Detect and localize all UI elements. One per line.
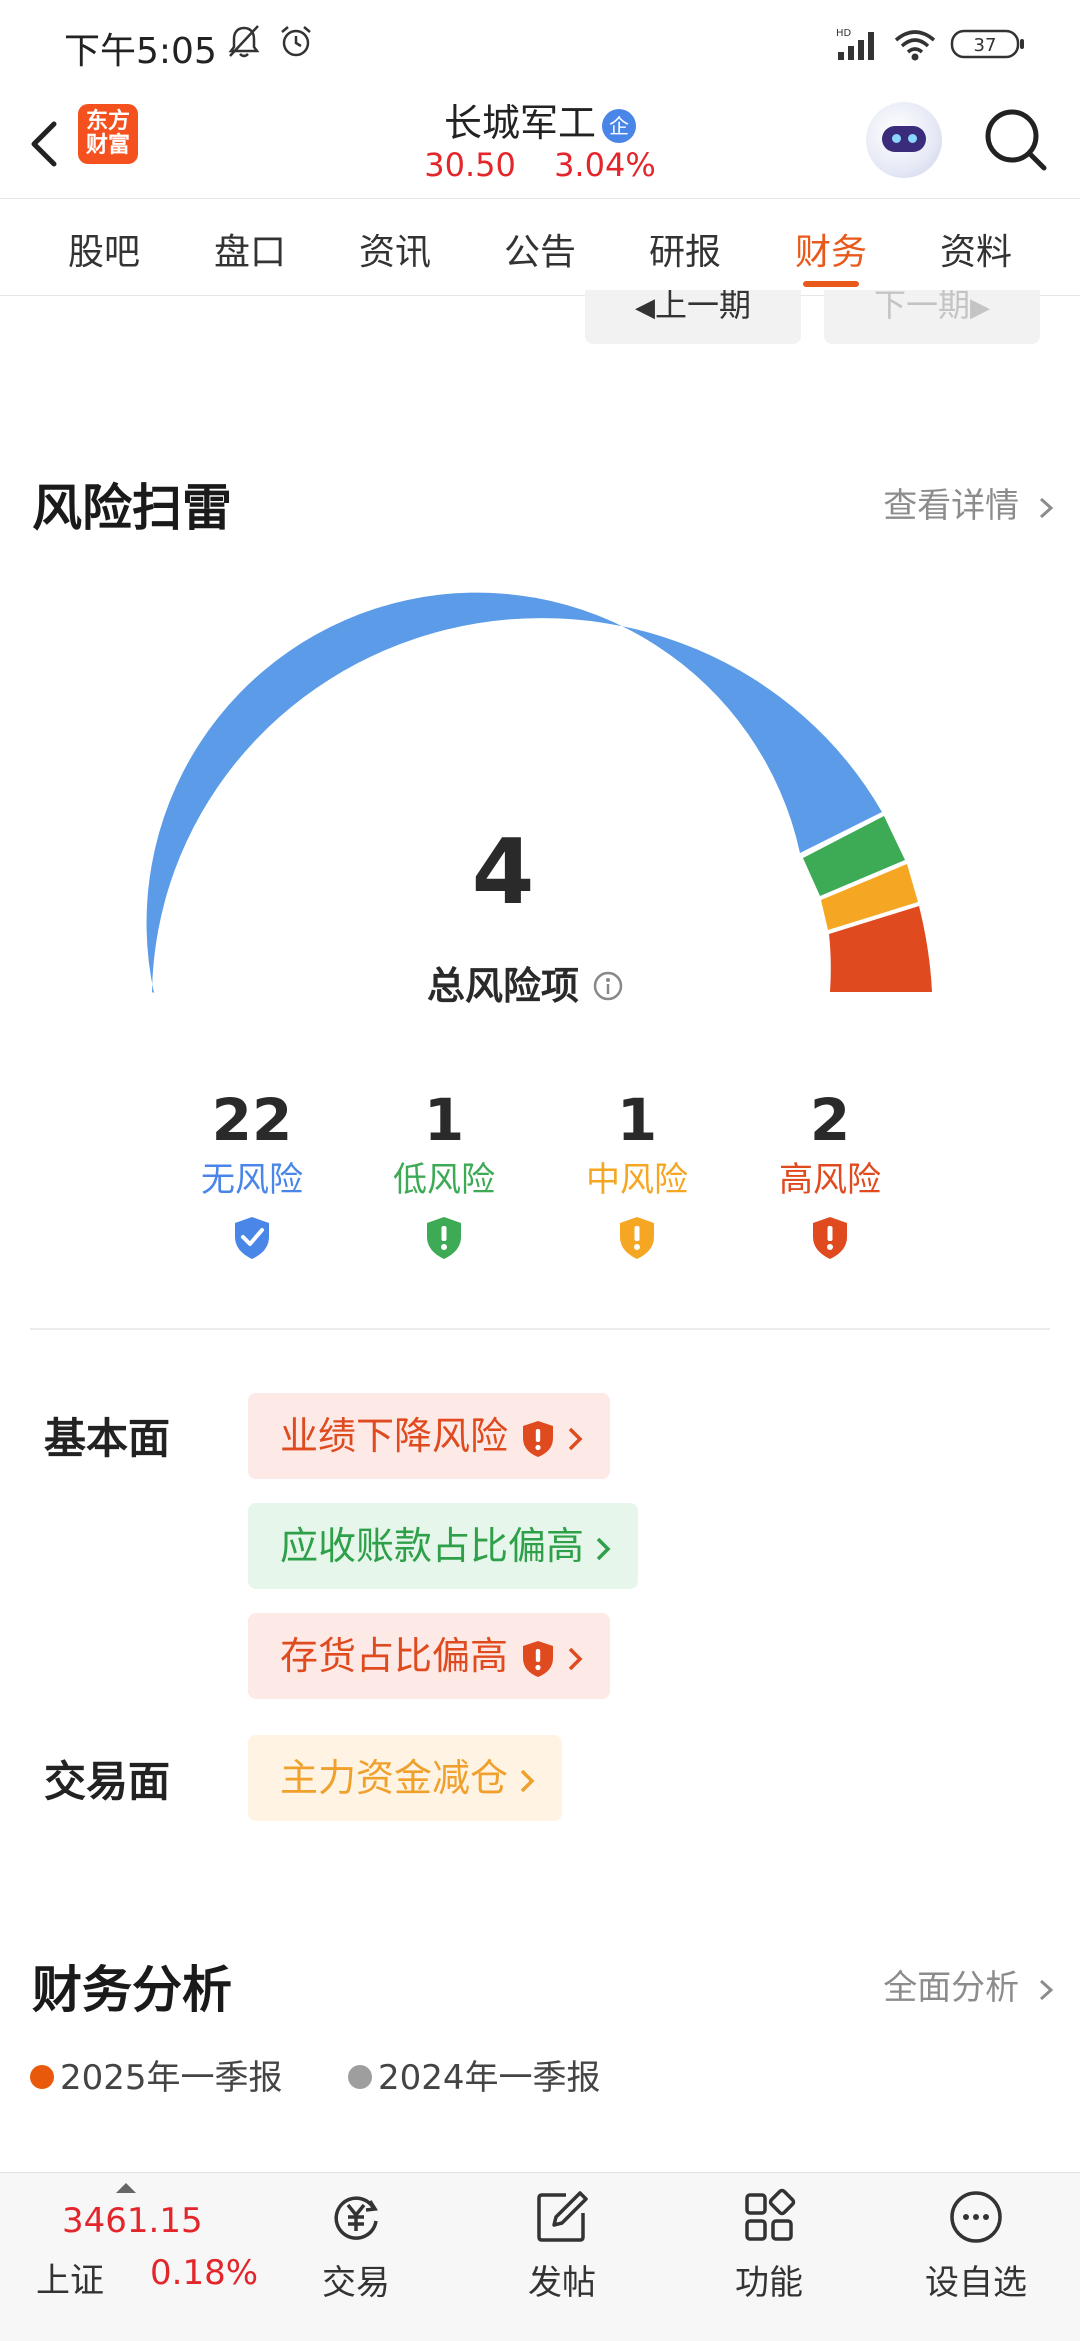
count-no-risk[interactable]: 22 无风险 [152, 1085, 352, 1265]
total-risk-label: 总风险项 [0, 955, 1006, 1010]
stock-name: 长城军工 [443, 101, 596, 145]
nav-functions-label: 功能 [735, 2263, 803, 2303]
tab-announcement[interactable]: 公告 [480, 223, 600, 275]
network-label: HD [836, 28, 852, 39]
enterprise-badge: 企 [602, 108, 636, 143]
legend-dot [348, 2064, 372, 2089]
prev-period-label: 上一期 [654, 290, 751, 324]
nav-add-watchlist[interactable]: 设自选 [906, 2187, 1046, 2304]
signal-icon: HD [836, 28, 874, 60]
count-high-risk[interactable]: 2 高风险 [730, 1085, 930, 1265]
count-high-risk-value: 2 [809, 1086, 851, 1154]
tab-bar: 股吧 盘口 资讯 公告 研报 财务 资料 [0, 198, 1080, 296]
wifi-icon [894, 30, 936, 61]
chevron-right-icon [520, 1769, 535, 1792]
count-high-risk-label: 高风险 [779, 1160, 881, 1200]
nav-functions[interactable]: 功能 [699, 2187, 839, 2304]
gauge-segment-none [146, 592, 883, 993]
chevron-right-icon [596, 1537, 611, 1560]
status-bar: 下午5:05 HD 37 [0, 0, 1080, 90]
risk-tag-main-fund-outflow[interactable]: 主力资金减仓 [248, 1735, 563, 1821]
risk-details-label: 查看详情 [883, 486, 1020, 526]
status-time: 下午5:05 [64, 31, 217, 72]
risk-tag-inventory-high[interactable]: 存货占比偏高 [248, 1613, 611, 1699]
shield-check-icon [235, 1217, 269, 1259]
total-risk-count: 4 [471, 820, 535, 925]
stock-price: 30.50 [424, 146, 516, 184]
tab-pankou[interactable]: 盘口 [190, 223, 310, 275]
apps-icon [745, 2188, 796, 2241]
alarm-icon [281, 26, 311, 57]
count-no-risk-value: 22 [211, 1086, 293, 1154]
trade-yen-icon [334, 2196, 378, 2240]
count-mid-risk[interactable]: 1 中风险 [537, 1085, 737, 1265]
risk-section-title: 风险扫雷 [32, 479, 232, 537]
nav-trade[interactable]: 交易 [286, 2187, 426, 2304]
count-mid-risk-label: 中风险 [586, 1160, 688, 1200]
trading-label: 交易面 [44, 1757, 171, 1806]
mute-bell-icon [228, 25, 260, 58]
nav-add-watchlist-label: 设自选 [925, 2263, 1027, 2303]
active-tab-indicator [803, 281, 859, 287]
next-period-label: 下一期 [873, 290, 970, 324]
legend-item-2024q1: 2024年一季报 [348, 2050, 601, 2099]
next-period-button[interactable]: 下一期▶ [824, 290, 1040, 344]
full-analysis-link[interactable]: 全面分析 [883, 1960, 1056, 2009]
tab-guba[interactable]: 股吧 [44, 223, 164, 275]
section-divider [30, 1328, 1050, 1330]
shield-alert-icon [523, 1420, 554, 1457]
legend-dot [30, 2064, 54, 2089]
stock-change-pct: 3.04% [554, 146, 656, 184]
full-analysis-label: 全面分析 [883, 1968, 1020, 2008]
nav-trade-label: 交易 [322, 2263, 390, 2303]
bottom-nav: 3461.15 上证 0.18% 交易 发帖 功能 设自选 [0, 2172, 1080, 2341]
tab-research[interactable]: 研报 [625, 223, 745, 275]
chevron-right-icon [568, 1427, 583, 1450]
tab-finance[interactable]: 财务 [771, 223, 891, 275]
total-risk-label-text: 总风险项 [426, 964, 579, 1008]
index-value: 3461.15 [62, 2201, 203, 2241]
index-name: 上证 [36, 2261, 104, 2301]
risk-tag-earnings-decline[interactable]: 业绩下降风险 [248, 1393, 611, 1479]
nav-post-label: 发帖 [528, 2263, 596, 2303]
risk-tag-receivables-high[interactable]: 应收账款占比偏高 [248, 1503, 639, 1589]
info-icon[interactable] [592, 970, 624, 1002]
stock-header: 东方 财富 长城军工企 30.50 3.04% [0, 90, 1080, 198]
chevron-right-icon [1039, 497, 1054, 518]
count-low-risk[interactable]: 1 低风险 [344, 1085, 544, 1265]
risk-tag-inventory-high-text: 存货占比偏高 [280, 1634, 509, 1678]
shield-alert-mid-icon [620, 1217, 654, 1259]
caret-up-icon[interactable] [116, 2183, 136, 2193]
prev-period-button[interactable]: ◀上一期 [585, 290, 801, 344]
assistant-robot-avatar[interactable] [866, 102, 942, 178]
risk-tag-earnings-decline-text: 业绩下降风险 [280, 1414, 509, 1458]
analysis-section-title: 财务分析 [32, 1961, 232, 2019]
search-icon[interactable] [980, 104, 1052, 176]
legend-label-2024q1: 2024年一季报 [378, 2058, 601, 2098]
risk-details-link[interactable]: 查看详情 [883, 478, 1056, 527]
risk-gauge [146, 592, 932, 993]
battery-level: 37 [974, 35, 997, 56]
count-low-risk-value: 1 [423, 1086, 465, 1154]
count-mid-risk-value: 1 [616, 1086, 658, 1154]
legend-label-2025q1: 2025年一季报 [60, 2058, 283, 2098]
tab-news[interactable]: 资讯 [335, 223, 455, 275]
legend-item-2025q1: 2025年一季报 [30, 2050, 283, 2099]
shield-alert-low-icon [427, 1217, 461, 1259]
chevron-right-icon [568, 1647, 583, 1670]
edit-icon [537, 2191, 588, 2242]
risk-tag-receivables-high-text: 应收账款占比偏高 [280, 1524, 585, 1568]
chevron-right-icon [1039, 1979, 1054, 2000]
tab-profile[interactable]: 资料 [916, 223, 1036, 275]
shield-alert-icon [523, 1640, 554, 1677]
index-change: 0.18% [150, 2253, 259, 2293]
count-low-risk-label: 低风险 [393, 1160, 495, 1200]
battery-icon: 37 [950, 29, 1024, 59]
risk-tag-main-fund-outflow-text: 主力资金减仓 [280, 1756, 509, 1800]
shield-alert-high-icon [813, 1217, 847, 1259]
more-circle-icon [950, 2191, 1002, 2243]
nav-post[interactable]: 发帖 [492, 2187, 632, 2304]
count-no-risk-label: 无风险 [201, 1160, 303, 1200]
fundamentals-label: 基本面 [44, 1414, 171, 1463]
